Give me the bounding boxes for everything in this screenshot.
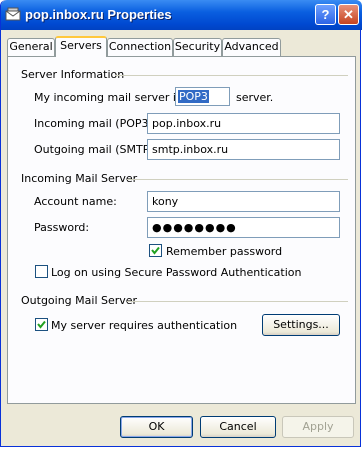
tab-general[interactable]: General	[7, 38, 55, 56]
outgoing-server-group-label: Outgoing Mail Server	[21, 294, 138, 307]
group-divider	[127, 301, 348, 302]
spa-label[interactable]: Log on using Secure Password Authenticat…	[51, 266, 302, 279]
server-info-group-label: Server Information	[21, 68, 125, 81]
title-bar[interactable]: pop.inbox.ru Properties ? ✕	[1, 0, 362, 30]
tab-connection[interactable]: Connection	[107, 38, 173, 56]
remember-password-label[interactable]: Remember password	[166, 245, 282, 258]
cancel-button[interactable]: Cancel	[200, 416, 276, 438]
incoming-mail-label: Incoming mail (POP3):	[34, 117, 157, 130]
requires-auth-checkbox[interactable]	[35, 318, 48, 331]
group-divider	[115, 75, 348, 76]
password-field[interactable]: ●●●●●●●●	[147, 217, 340, 238]
tab-advanced[interactable]: Advanced	[222, 38, 281, 56]
incoming-server-group-label: Incoming Mail Server	[21, 172, 138, 185]
requires-auth-label[interactable]: My server requires authentication	[51, 319, 237, 332]
password-label: Password:	[34, 221, 90, 234]
incoming-type-suffix: server.	[236, 91, 274, 104]
checkmark-icon	[151, 246, 160, 255]
group-divider	[127, 179, 348, 180]
apply-button[interactable]: Apply	[282, 416, 354, 438]
settings-button[interactable]: Settings...	[262, 314, 340, 336]
window-title: pop.inbox.ru Properties	[25, 7, 172, 22]
outgoing-mail-field[interactable]: smtp.inbox.ru	[147, 139, 340, 160]
tab-security[interactable]: Security	[173, 38, 222, 56]
help-button[interactable]: ?	[315, 4, 336, 25]
checkmark-icon	[37, 320, 46, 329]
ok-button[interactable]: OK	[120, 416, 193, 438]
remember-password-checkbox[interactable]	[149, 244, 162, 257]
close-button[interactable]: ✕	[338, 4, 359, 25]
tab-servers[interactable]: Servers	[55, 36, 107, 57]
account-name-label: Account name:	[34, 195, 117, 208]
incoming-mail-field[interactable]: pop.inbox.ru	[147, 113, 340, 134]
account-name-field[interactable]: kony	[147, 191, 340, 212]
properties-dialog: pop.inbox.ru Properties ? ✕ General Serv…	[0, 0, 362, 447]
mail-account-icon	[5, 7, 21, 23]
spa-checkbox[interactable]	[35, 265, 48, 278]
outgoing-mail-label: Outgoing mail (SMTP):	[34, 143, 158, 156]
incoming-server-type-select[interactable]: POP3	[175, 87, 230, 106]
incoming-server-type-value: POP3	[178, 90, 209, 103]
incoming-type-prefix: My incoming mail server is a	[34, 91, 192, 104]
